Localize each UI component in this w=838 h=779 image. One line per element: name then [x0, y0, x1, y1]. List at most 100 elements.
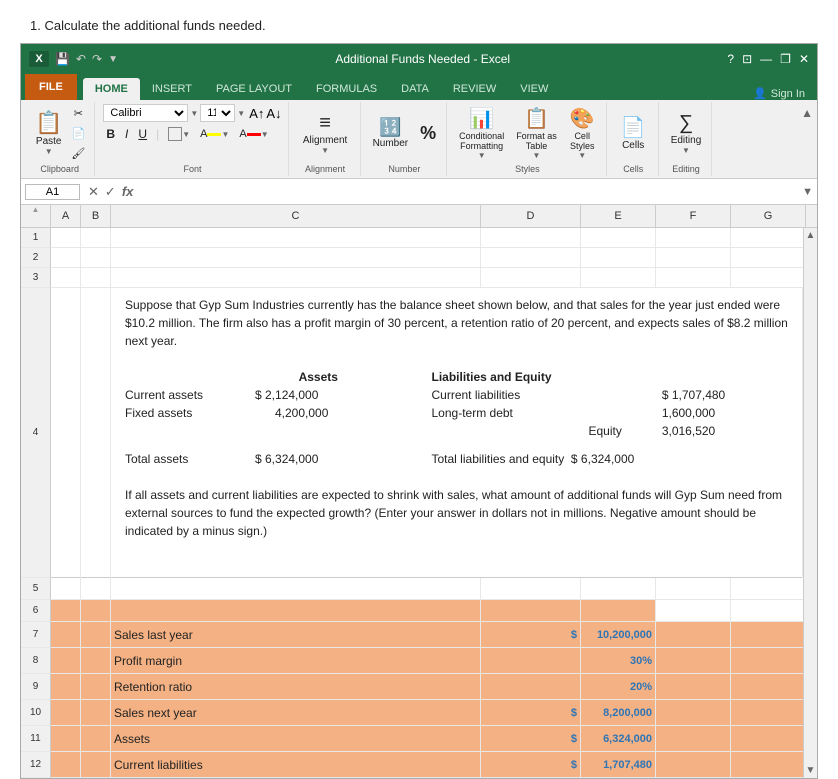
cell-d9-symbol[interactable]: [481, 674, 581, 699]
tab-home[interactable]: HOME: [83, 78, 140, 100]
cell-e2[interactable]: [581, 248, 656, 267]
cell-c6[interactable]: [111, 600, 481, 621]
cell-b2[interactable]: [81, 248, 111, 267]
quick-access-dropdown-icon[interactable]: ▼: [108, 54, 118, 65]
conditional-formatting-button[interactable]: 📊 Conditional Formatting ▼: [455, 104, 508, 162]
formula-cancel-icon[interactable]: ✕: [88, 184, 99, 200]
tab-view[interactable]: VIEW: [508, 78, 560, 100]
help-button[interactable]: ?: [727, 52, 734, 66]
border-expand-icon[interactable]: ▼: [182, 130, 190, 139]
cell-d1[interactable]: [481, 228, 581, 247]
cell-c1[interactable]: [111, 228, 481, 247]
font-expand-icon[interactable]: ▼: [190, 109, 198, 118]
cell-a10[interactable]: [51, 700, 81, 725]
scroll-down-button[interactable]: ▼: [806, 765, 816, 776]
collapse-ribbon-button[interactable]: ▲: [801, 106, 813, 120]
editing-expand-icon[interactable]: ▼: [682, 146, 690, 155]
cell-f10[interactable]: [656, 700, 731, 725]
cell-e6[interactable]: [581, 600, 656, 621]
cell-b9[interactable]: [81, 674, 111, 699]
cell-c12-label[interactable]: Current liabilities: [111, 752, 481, 777]
cell-styles-button[interactable]: 🎨 Cell Styles ▼: [565, 104, 600, 162]
cell-a6[interactable]: [51, 600, 81, 621]
border-button[interactable]: ▼: [165, 125, 193, 143]
tab-review[interactable]: REVIEW: [441, 78, 508, 100]
scroll-up-button[interactable]: ▲: [806, 230, 816, 241]
cell-e9-value[interactable]: 20%: [581, 674, 656, 699]
cell-b7[interactable]: [81, 622, 111, 647]
cell-c7-label[interactable]: Sales last year: [111, 622, 481, 647]
font-size-select[interactable]: 11: [200, 104, 235, 122]
cell-b12[interactable]: [81, 752, 111, 777]
redo-icon[interactable]: ↷: [92, 52, 102, 66]
cell-c9-label[interactable]: Retention ratio: [111, 674, 481, 699]
cell-d12-symbol[interactable]: $: [481, 752, 581, 777]
cell-f9[interactable]: [656, 674, 731, 699]
cell-g8[interactable]: [731, 648, 803, 673]
cell-e1[interactable]: [581, 228, 656, 247]
italic-button[interactable]: I: [122, 125, 131, 143]
tab-page-layout[interactable]: PAGE LAYOUT: [204, 78, 304, 100]
cell-f1[interactable]: [656, 228, 731, 247]
cell-f11[interactable]: [656, 726, 731, 751]
underline-button[interactable]: U: [135, 125, 150, 143]
cell-g7[interactable]: [731, 622, 803, 647]
alignment-expand-icon[interactable]: ▼: [321, 146, 329, 155]
cell-c3[interactable]: [111, 268, 481, 287]
format-as-table-button[interactable]: 📋 Format as Table ▼: [512, 104, 561, 162]
font-color-button[interactable]: A ▼: [236, 125, 271, 143]
cell-b5[interactable]: [81, 578, 111, 599]
decrease-font-button[interactable]: A↓: [266, 106, 281, 121]
cell-a11[interactable]: [51, 726, 81, 751]
paste-dropdown-arrow[interactable]: ▼: [45, 147, 53, 156]
font-family-select[interactable]: Calibri: [103, 104, 188, 122]
cell-b1[interactable]: [81, 228, 111, 247]
cond-format-expand-icon[interactable]: ▼: [478, 151, 486, 160]
cell-e10-value[interactable]: 8,200,000: [581, 700, 656, 725]
font-color-expand-icon[interactable]: ▼: [261, 130, 269, 139]
bold-button[interactable]: B: [103, 125, 118, 143]
cell-c4-merged[interactable]: Suppose that Gyp Sum Industries currentl…: [111, 288, 803, 578]
cell-d2[interactable]: [481, 248, 581, 267]
cell-f3[interactable]: [656, 268, 731, 287]
cell-c8-label[interactable]: Profit margin: [111, 648, 481, 673]
undo-icon[interactable]: ↶: [76, 52, 86, 66]
tab-formulas[interactable]: FORMULAS: [304, 78, 389, 100]
cell-e7-value[interactable]: 10,200,000: [581, 622, 656, 647]
maximize-button[interactable]: ❐: [780, 52, 791, 66]
copy-button[interactable]: 📄: [68, 124, 88, 142]
cells-button[interactable]: 📄 Cells: [617, 107, 650, 159]
format-painter-button[interactable]: 🖌: [68, 144, 88, 162]
cell-d3[interactable]: [481, 268, 581, 287]
close-button[interactable]: ✕: [799, 52, 809, 66]
formula-bar-expand-icon[interactable]: ▼: [802, 186, 813, 198]
name-box[interactable]: [25, 184, 80, 200]
cell-f2[interactable]: [656, 248, 731, 267]
increase-font-button[interactable]: A↑: [249, 106, 264, 121]
cell-g3[interactable]: [731, 268, 803, 287]
cell-a8[interactable]: [51, 648, 81, 673]
cell-a9[interactable]: [51, 674, 81, 699]
cell-e3[interactable]: [581, 268, 656, 287]
cell-e8-value[interactable]: 30%: [581, 648, 656, 673]
window-restore-button[interactable]: ⊡: [742, 52, 752, 66]
cell-c10-label[interactable]: Sales next year: [111, 700, 481, 725]
cell-g11[interactable]: [731, 726, 803, 751]
sign-in-button[interactable]: 👤 Sign In: [753, 87, 813, 100]
cell-e11-value[interactable]: 6,324,000: [581, 726, 656, 751]
cell-c11-label[interactable]: Assets: [111, 726, 481, 751]
cell-e5[interactable]: [581, 578, 656, 599]
cell-f6[interactable]: [656, 600, 731, 621]
cell-d5[interactable]: [481, 578, 581, 599]
percent-button[interactable]: %: [416, 113, 440, 153]
number-format-button[interactable]: 🔢 Number: [369, 113, 413, 153]
cell-g6[interactable]: [731, 600, 803, 621]
cell-a7[interactable]: [51, 622, 81, 647]
fill-color-expand-icon[interactable]: ▼: [221, 130, 229, 139]
cell-f7[interactable]: [656, 622, 731, 647]
select-all-button[interactable]: ▲: [21, 205, 50, 214]
cell-b6[interactable]: [81, 600, 111, 621]
cell-a2[interactable]: [51, 248, 81, 267]
cell-f8[interactable]: [656, 648, 731, 673]
cell-a1[interactable]: [51, 228, 81, 247]
